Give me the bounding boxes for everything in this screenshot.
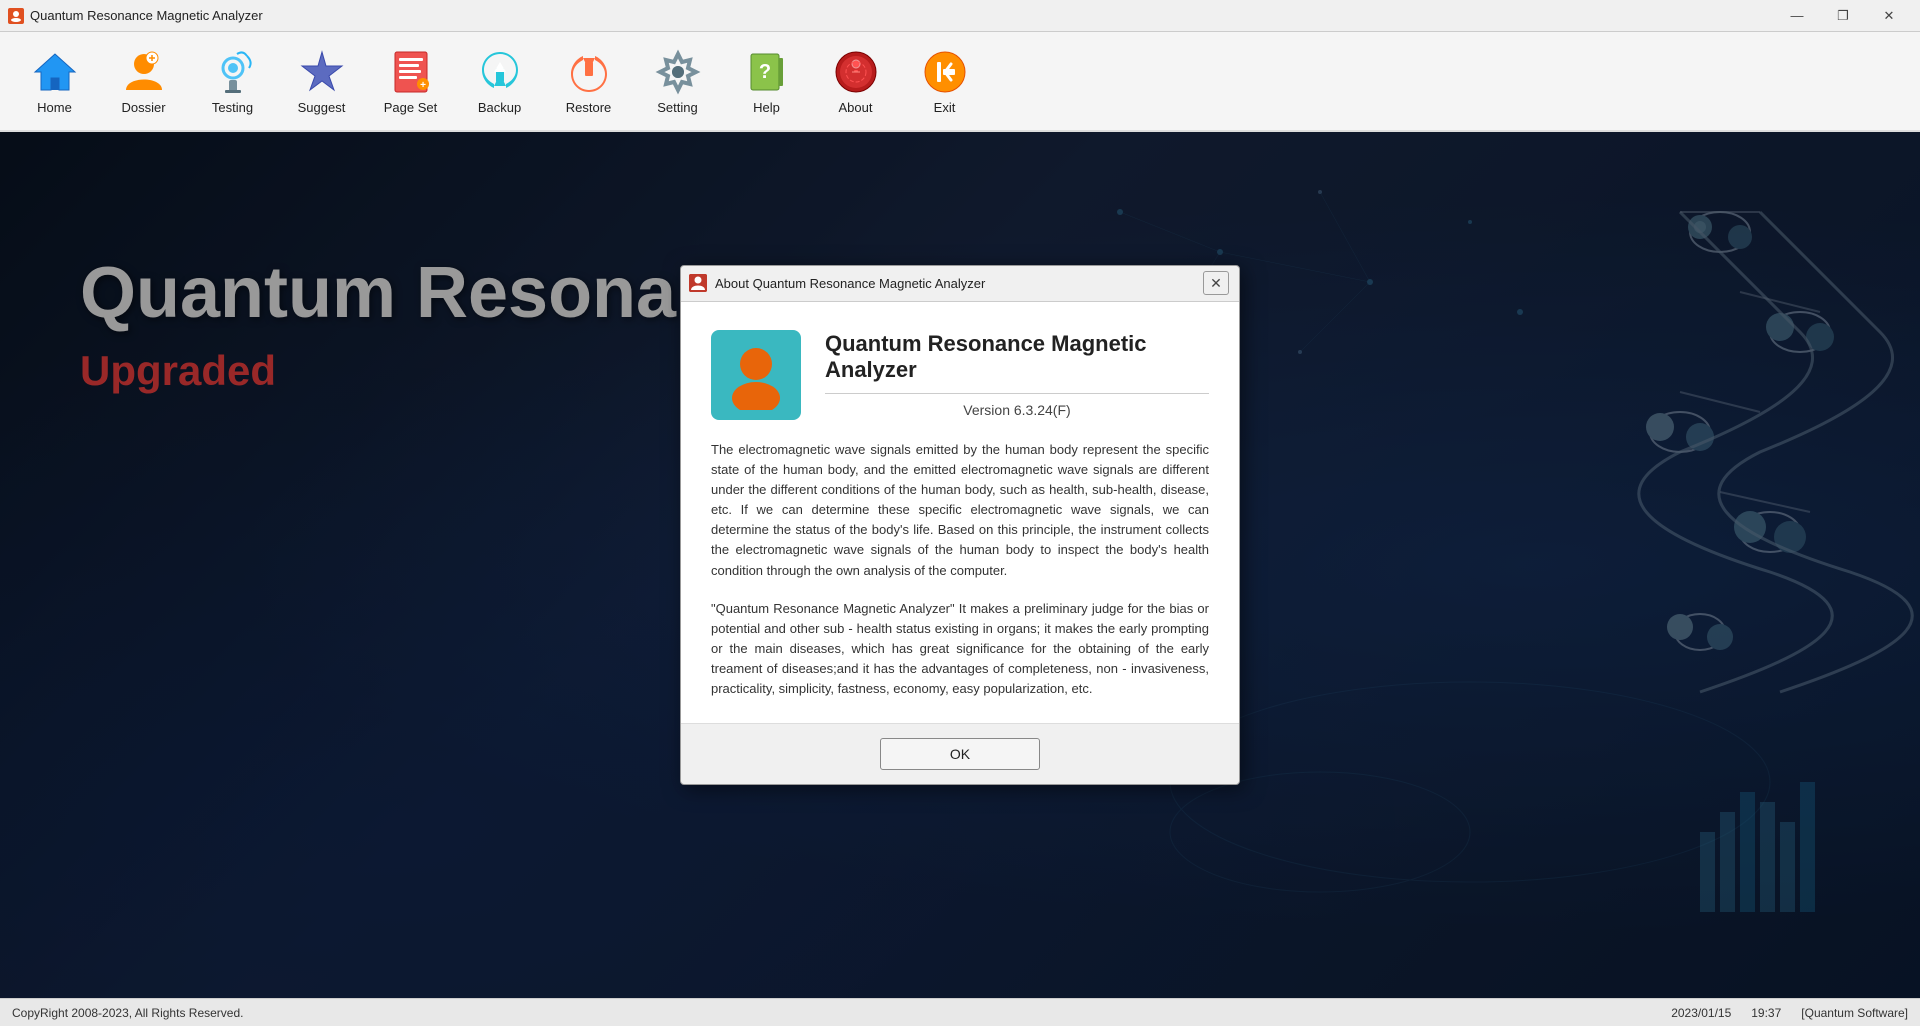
titlebar-title: Quantum Resonance Magnetic Analyzer bbox=[30, 8, 263, 23]
svg-text:+: + bbox=[420, 80, 426, 91]
maximize-button[interactable]: ❐ bbox=[1820, 0, 1866, 32]
dialog-titlebar: About Quantum Resonance Magnetic Analyze… bbox=[681, 266, 1239, 302]
exit-icon bbox=[921, 48, 969, 96]
about-icon bbox=[832, 48, 880, 96]
toolbar-item-suggest[interactable]: Suggest bbox=[279, 39, 364, 123]
dialog-title-text: About Quantum Resonance Magnetic Analyze… bbox=[715, 276, 985, 291]
dialog-body: Quantum Resonance Magnetic Analyzer Vers… bbox=[681, 302, 1239, 724]
toolbar-item-home[interactable]: Home bbox=[12, 39, 97, 123]
main-background: Quantum Resona Upgraded About Quantum Re… bbox=[0, 132, 1920, 998]
toolbar-label-exit: Exit bbox=[934, 100, 956, 115]
toolbar-label-restore: Restore bbox=[566, 100, 612, 115]
toolbar-label-backup: Backup bbox=[478, 100, 521, 115]
pageset-icon: + bbox=[387, 48, 435, 96]
dialog-description-1: The electromagnetic wave signals emitted… bbox=[711, 440, 1209, 581]
toolbar-item-restore[interactable]: Restore bbox=[546, 39, 631, 123]
statusbar-copyright: CopyRight 2008-2023, All Rights Reserved… bbox=[12, 1006, 243, 1020]
app-version-text: Version 6.3.24(F) bbox=[825, 402, 1209, 418]
titlebar-controls: — ❐ ✕ bbox=[1774, 0, 1912, 32]
statusbar: CopyRight 2008-2023, All Rights Reserved… bbox=[0, 998, 1920, 1026]
toolbar-item-exit[interactable]: Exit bbox=[902, 39, 987, 123]
app-name-text: Quantum Resonance Magnetic Analyzer bbox=[825, 331, 1209, 383]
version-separator bbox=[825, 393, 1209, 394]
minimize-button[interactable]: — bbox=[1774, 0, 1820, 32]
app-icon-small bbox=[8, 8, 24, 24]
toolbar-item-pageset[interactable]: + Page Set bbox=[368, 39, 453, 123]
close-button[interactable]: ✕ bbox=[1866, 0, 1912, 32]
toolbar-label-dossier: Dossier bbox=[121, 100, 165, 115]
titlebar-left: Quantum Resonance Magnetic Analyzer bbox=[8, 8, 263, 24]
dialog-app-icon bbox=[689, 274, 707, 292]
dialog-description-2: "Quantum Resonance Magnetic Analyzer" It… bbox=[711, 599, 1209, 700]
toolbar-label-about: About bbox=[839, 100, 873, 115]
toolbar-label-help: Help bbox=[753, 100, 780, 115]
dialog-title-left: About Quantum Resonance Magnetic Analyze… bbox=[689, 274, 985, 292]
toolbar-label-pageset: Page Set bbox=[384, 100, 438, 115]
toolbar: Home Dossier Testing bbox=[0, 32, 1920, 132]
dossier-icon bbox=[120, 48, 168, 96]
backup-icon bbox=[476, 48, 524, 96]
suggest-icon bbox=[298, 48, 346, 96]
titlebar: Quantum Resonance Magnetic Analyzer — ❐ … bbox=[0, 0, 1920, 32]
svg-text:?: ? bbox=[758, 61, 770, 83]
toolbar-item-help[interactable]: ? Help bbox=[724, 39, 809, 123]
modal-overlay: About Quantum Resonance Magnetic Analyze… bbox=[0, 132, 1920, 998]
home-icon bbox=[31, 48, 79, 96]
toolbar-label-home: Home bbox=[37, 100, 72, 115]
dialog-footer: OK bbox=[681, 723, 1239, 784]
about-dialog: About Quantum Resonance Magnetic Analyze… bbox=[680, 265, 1240, 786]
statusbar-software: [Quantum Software] bbox=[1801, 1006, 1908, 1020]
toolbar-label-testing: Testing bbox=[212, 100, 253, 115]
toolbar-item-about[interactable]: About bbox=[813, 39, 898, 123]
toolbar-item-setting[interactable]: Setting bbox=[635, 39, 720, 123]
setting-icon bbox=[654, 48, 702, 96]
statusbar-date: 2023/01/15 bbox=[1671, 1006, 1731, 1020]
toolbar-item-testing[interactable]: Testing bbox=[190, 39, 275, 123]
statusbar-time: 19:37 bbox=[1751, 1006, 1781, 1020]
toolbar-item-backup[interactable]: Backup bbox=[457, 39, 542, 123]
ok-button[interactable]: OK bbox=[880, 738, 1040, 770]
help-icon: ? bbox=[743, 48, 791, 96]
person-icon bbox=[721, 340, 791, 410]
toolbar-label-suggest: Suggest bbox=[298, 100, 346, 115]
app-avatar bbox=[711, 330, 801, 420]
toolbar-label-setting: Setting bbox=[657, 100, 697, 115]
dialog-close-button[interactable]: ✕ bbox=[1203, 271, 1229, 295]
restore-icon bbox=[565, 48, 613, 96]
statusbar-right: 2023/01/15 19:37 [Quantum Software] bbox=[1671, 1006, 1908, 1020]
toolbar-item-dossier[interactable]: Dossier bbox=[101, 39, 186, 123]
app-info: Quantum Resonance Magnetic Analyzer Vers… bbox=[825, 331, 1209, 418]
testing-icon bbox=[209, 48, 257, 96]
dialog-header-row: Quantum Resonance Magnetic Analyzer Vers… bbox=[711, 330, 1209, 420]
